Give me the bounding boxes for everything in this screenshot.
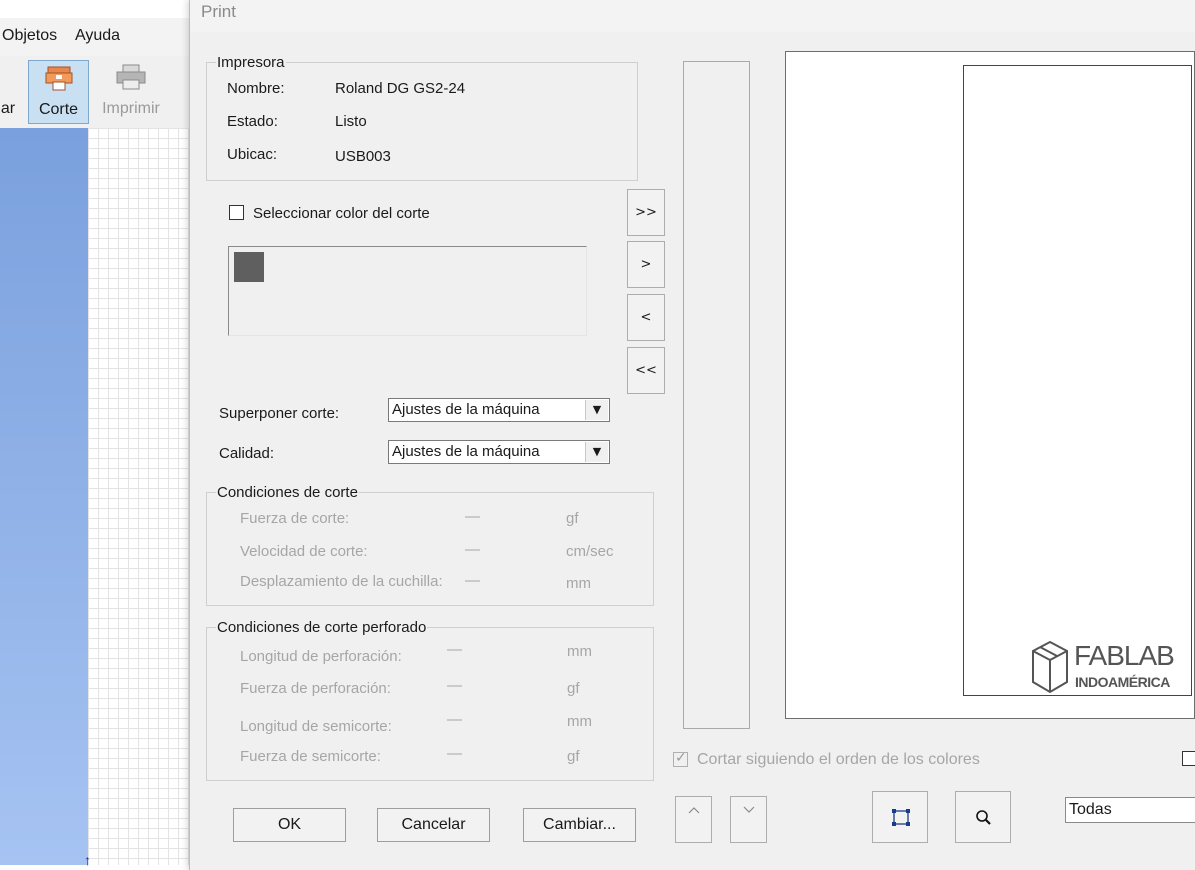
fuerza-corte-label: Fuerza de corte: (240, 510, 350, 527)
longitud-semicorte-value: — (447, 711, 462, 728)
page-range-select[interactable]: Todas (1065, 797, 1195, 823)
corte-label: Corte (38, 101, 79, 118)
superponer-select[interactable]: Ajustes de la máquina ▼ (388, 398, 610, 422)
chevron-down-icon[interactable]: ▼ (585, 400, 608, 420)
calidad-select[interactable]: Ajustes de la máquina ▼ (388, 440, 610, 464)
fuerza-semicorte-value: — (447, 745, 462, 762)
cube-logo-icon (1032, 640, 1068, 694)
dialog-title: Print (201, 2, 236, 21)
page-range-value: Todas (1069, 801, 1112, 818)
longitud-perforacion-value: — (447, 641, 462, 658)
calidad-value: Ajustes de la máquina (392, 443, 540, 460)
move-all-left-button[interactable]: << (627, 347, 665, 394)
fuerza-corte-value: — (465, 508, 480, 525)
nombre-value: Roland DG GS2-24 (335, 80, 466, 97)
imprimir-button[interactable]: Imprimir (96, 60, 166, 122)
fablab-logo: FABLAB INDOAMÉRICA (1030, 638, 1175, 696)
velocidad-corte-label: Velocidad de corte: (240, 543, 368, 560)
superponer-label: Superponer corte: (219, 405, 340, 422)
fit-page-button[interactable] (872, 791, 928, 843)
cancelar-button[interactable]: Cancelar (377, 808, 490, 842)
logo-text-fablab: FABLAB (1074, 640, 1175, 671)
ok-button[interactable]: OK (233, 808, 346, 842)
menu-ayuda[interactable]: Ayuda (75, 27, 120, 45)
origin-arrow-icon: ↑ (84, 852, 91, 868)
condiciones-corte-legend: Condiciones de corte (217, 484, 358, 501)
estado-label: Estado: (227, 113, 278, 130)
magnifier-icon (976, 810, 991, 825)
corte-perforado-legend: Condiciones de corte perforado (217, 619, 427, 636)
move-all-right-button[interactable]: >> (627, 189, 665, 236)
desplazamiento-value: — (465, 572, 480, 589)
toolbar-partial-button[interactable]: ar (0, 60, 16, 122)
fuerza-corte-unit: gf (566, 510, 579, 527)
toolbar-partial-label: ar (0, 100, 16, 117)
menu-objetos[interactable]: Objetos (2, 27, 57, 45)
cut-plotter-icon (45, 65, 73, 96)
chevron-down-icon (743, 806, 755, 813)
longitud-semicorte-unit: mm (567, 713, 592, 730)
velocidad-corte-unit: cm/sec (566, 543, 614, 560)
cambiar-button[interactable]: Cambiar... (523, 808, 636, 842)
selected-colors-list[interactable] (683, 61, 750, 729)
fuerza-perforacion-value: — (447, 677, 462, 694)
calidad-label: Calidad: (219, 445, 275, 462)
move-right-button[interactable]: > (627, 241, 665, 288)
fuerza-semicorte-label: Fuerza de semicorte: (240, 748, 381, 765)
right-edge-checkbox[interactable] (1182, 751, 1195, 766)
logo-text-indoamerica: INDOAMÉRICA (1075, 674, 1170, 690)
seleccionar-color-label: Seleccionar color del corte (253, 205, 430, 222)
move-up-button[interactable] (675, 796, 712, 843)
longitud-perforacion-unit: mm (567, 643, 592, 660)
velocidad-corte-value: — (465, 541, 480, 558)
superponer-value: Ajustes de la máquina (392, 401, 540, 418)
longitud-perforacion-label: Longitud de perforación: (240, 648, 402, 665)
fuerza-perforacion-unit: gf (567, 680, 580, 697)
cut-color-list[interactable] (228, 246, 587, 336)
app-title-strip (0, 0, 200, 18)
ubicac-value: USB003 (335, 148, 391, 165)
imprimir-label: Imprimir (102, 100, 160, 117)
nombre-label: Nombre: (227, 80, 285, 97)
printer-icon (116, 64, 146, 95)
cortar-orden-label: Cortar siguiendo el orden de los colores (697, 751, 980, 768)
fuerza-perforacion-label: Fuerza de perforación: (240, 680, 391, 697)
impresora-legend: Impresora (217, 54, 285, 71)
seleccionar-color-checkbox[interactable] (229, 205, 244, 220)
fit-frame-icon (892, 809, 910, 826)
ubicac-label: Ubicac: (227, 146, 278, 163)
estado-value: Listo (335, 113, 367, 130)
chevron-down-icon[interactable]: ▼ (585, 442, 608, 462)
cortar-orden-checkbox[interactable] (673, 750, 688, 767)
corte-button[interactable]: Corte (28, 60, 89, 124)
app-grid-canvas[interactable] (88, 128, 200, 865)
move-left-button[interactable]: < (627, 294, 665, 341)
chevron-up-icon (688, 807, 700, 814)
dialog-titlebar[interactable] (190, 0, 1195, 32)
fuerza-semicorte-unit: gf (567, 748, 580, 765)
zoom-button[interactable] (955, 791, 1011, 843)
longitud-semicorte-label: Longitud de semicorte: (240, 718, 392, 735)
color-swatch[interactable] (234, 252, 264, 282)
desplazamiento-label: Desplazamiento de la cuchilla: (240, 573, 443, 590)
desplazamiento-unit: mm (566, 575, 591, 592)
preview-page (963, 65, 1192, 696)
move-down-button[interactable] (730, 796, 767, 843)
app-side-panel (0, 128, 88, 865)
